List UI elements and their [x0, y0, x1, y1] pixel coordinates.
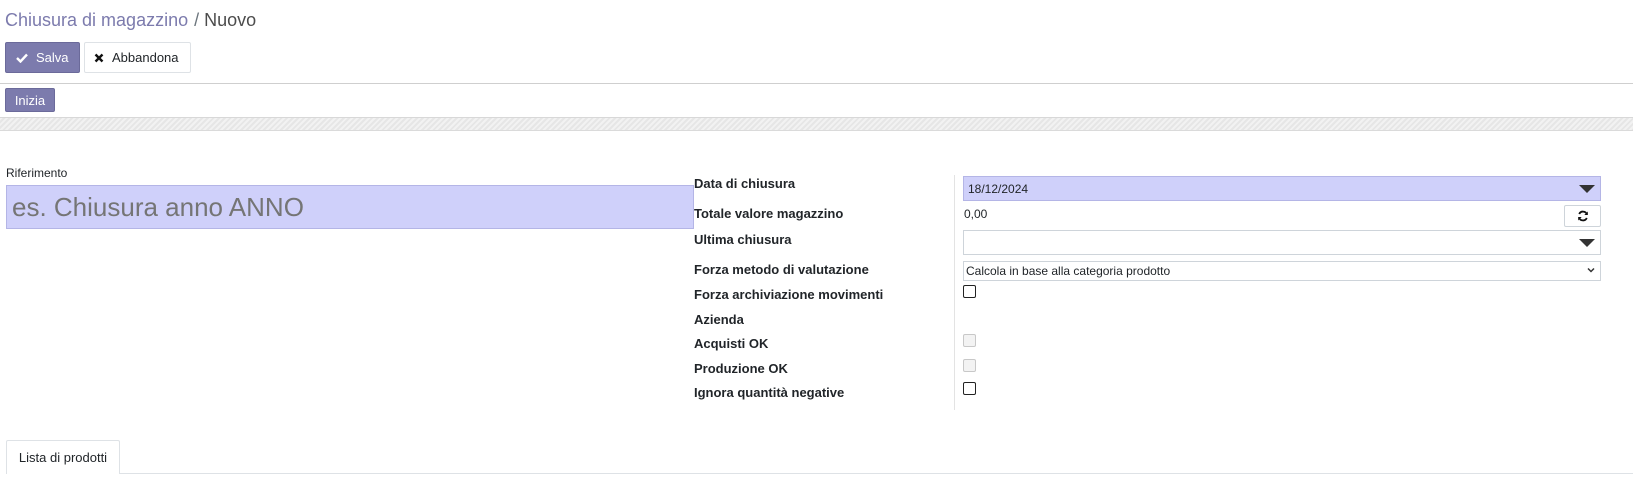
valuation-method-select[interactable]: Calcola in base alla categoria prodotto [963, 261, 1601, 281]
ignore-negative-checkbox[interactable] [963, 382, 976, 395]
reference-label: Riferimento [6, 166, 68, 180]
sheet-background-band [0, 118, 1633, 131]
valuation-method-label: Forza metodo di valutazione [694, 262, 869, 277]
save-button-label: Salva [36, 50, 69, 65]
tab-product-list-label: Lista di prodotti [18, 450, 108, 465]
start-button-label: Inizia [14, 92, 46, 108]
caret-down-icon[interactable] [1579, 185, 1595, 193]
closing-date-field[interactable]: 18/12/2024 [963, 176, 1601, 201]
chevron-down-icon [1587, 267, 1595, 273]
save-button[interactable]: Salva [5, 42, 80, 73]
reference-input[interactable] [6, 185, 694, 229]
valuation-method-value: Calcola in base alla categoria prodotto [966, 264, 1171, 278]
close-icon [94, 53, 104, 62]
archive-moves-checkbox[interactable] [963, 285, 976, 298]
breadcrumb: Chiusura di magazzino / Nuovo [5, 9, 256, 31]
refresh-icon [1577, 210, 1588, 222]
last-closing-label: Ultima chiusura [694, 232, 792, 247]
refresh-total-button[interactable] [1564, 205, 1601, 227]
breadcrumb-current: Nuovo [204, 10, 257, 30]
company-label: Azienda [694, 312, 744, 327]
last-closing-field[interactable] [963, 230, 1601, 255]
production-ok-label: Produzione OK [694, 361, 788, 376]
total-value: 0,00 [964, 207, 988, 221]
total-value-label: Totale valore magazzino [694, 206, 844, 221]
control-panel-divider [0, 83, 1633, 84]
discard-button[interactable]: Abbandona [84, 42, 191, 73]
breadcrumb-parent-link[interactable]: Chiusura di magazzino [5, 10, 188, 30]
check-icon [16, 53, 28, 63]
breadcrumb-separator: / [194, 10, 200, 30]
purchases-ok-checkbox [963, 334, 976, 347]
tab-product-list[interactable]: Lista di prodotti [6, 440, 120, 474]
start-button[interactable]: Inizia [5, 88, 55, 112]
closing-date-label: Data di chiusura [694, 176, 796, 191]
discard-button-label: Abbandona [112, 50, 179, 65]
purchases-ok-label: Acquisti OK [694, 336, 769, 351]
archive-moves-label: Forza archiviazione movimenti [694, 287, 884, 302]
ignore-negative-label: Ignora quantità negative [694, 385, 845, 400]
caret-down-icon[interactable] [1579, 239, 1595, 247]
tabs-baseline [120, 473, 1633, 474]
production-ok-checkbox [963, 359, 976, 372]
closing-date-value: 18/12/2024 [968, 181, 1029, 196]
label-column-divider [954, 175, 955, 410]
